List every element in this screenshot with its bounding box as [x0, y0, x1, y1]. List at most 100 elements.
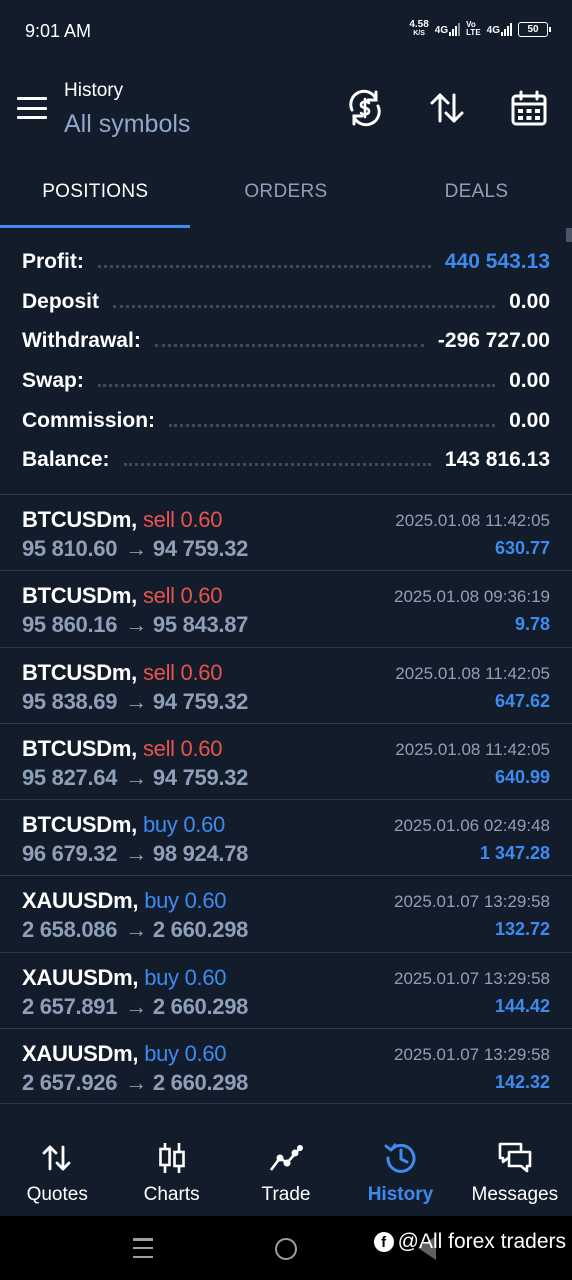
nav-label: Quotes [26, 1184, 88, 1205]
arrow-icon: → [125, 917, 147, 943]
tab-positions[interactable]: POSITIONS [0, 162, 191, 228]
close-price: 2 660.298 [152, 1070, 249, 1096]
summary-value: 0.00 [509, 289, 550, 313]
signal-1: 4G [434, 22, 461, 36]
calendar-icon[interactable] [509, 88, 549, 128]
tab-orders[interactable]: ORDERS [191, 162, 382, 228]
list-item[interactable]: BTCUSDm, sell 0.60 95 810.60 → 94 759.32 20… [0, 494, 572, 570]
bottom-nav: Quotes Charts Trade History Messages [0, 1124, 572, 1216]
summary-label: Profit: [22, 249, 84, 273]
arrow-icon: → [125, 993, 147, 1019]
nav-label: History [367, 1184, 434, 1205]
timestamp: 2025.01.08 11:42:05 [395, 739, 550, 759]
summary-value: 0.00 [509, 408, 550, 432]
signal-bars-icon [449, 22, 461, 36]
dotted-leader [97, 264, 431, 268]
list-item[interactable]: XAUUSDm, buy 0.60 2 657.926 → 2 660.298 202… [0, 1028, 572, 1105]
summary-row-commission: Commission: 0.00 [0, 401, 572, 441]
positions-list: BTCUSDm, sell 0.60 95 810.60 → 94 759.32 20… [0, 494, 572, 1105]
nav-charts[interactable]: Charts [114, 1124, 228, 1216]
timestamp: 2025.01.07 13:29:58 [394, 1045, 550, 1065]
open-price: 2 657.891 [22, 993, 118, 1019]
prices: 2 657.891 → 2 660.298 [22, 994, 248, 1020]
nav-history[interactable]: History [343, 1124, 457, 1216]
open-price: 2 658.086 [22, 917, 118, 943]
account-summary: Profit: 440 543.13 Deposit 0.00 Withdraw… [0, 242, 572, 480]
network-type-2: 4G [486, 25, 500, 36]
nav-quotes[interactable]: Quotes [0, 1124, 114, 1216]
watermark-text: @All forex traders [397, 1230, 566, 1253]
messages-icon [498, 1142, 532, 1173]
list-item[interactable]: BTCUSDm, sell 0.60 95 827.64 → 94 759.32 20… [0, 722, 572, 799]
sort-icon[interactable] [427, 88, 467, 128]
timestamp: 2025.01.08 09:36:19 [394, 587, 550, 607]
open-price: 95 827.64 [22, 764, 118, 790]
dotted-leader [154, 343, 424, 348]
nav-trade[interactable]: Trade [229, 1124, 343, 1216]
arrow-icon: → [125, 1070, 147, 1096]
profit-value: 647.62 [494, 690, 550, 711]
symbol: BTCUSDm, sell 0.60 [22, 659, 223, 685]
trade-side: buy 0.60 [144, 888, 227, 914]
summary-label: Swap: [22, 368, 84, 392]
home-icon[interactable] [275, 1238, 297, 1260]
symbol: BTCUSDm, sell 0.60 [22, 507, 223, 532]
history-tabs: POSITIONS ORDERS DEALS [0, 162, 572, 228]
symbol: XAUUSDm, buy 0.60 [22, 888, 227, 914]
summary-label: Balance: [22, 448, 110, 472]
nav-messages[interactable]: Messages [458, 1124, 572, 1216]
watermark: f @All forex traders [373, 1230, 566, 1254]
trade-side: sell 0.60 [142, 583, 223, 609]
symbol: BTCUSDm, buy 0.60 [22, 812, 225, 838]
symbol: XAUUSDm, buy 0.60 [22, 1041, 227, 1067]
summary-row-deposit: Deposit 0.00 [0, 282, 572, 322]
list-item[interactable]: BTCUSDm, buy 0.60 96 679.32 → 98 924.78 202… [0, 799, 572, 875]
recent-apps-icon[interactable] [133, 1238, 153, 1258]
profit-value: 132.72 [494, 919, 550, 940]
list-item[interactable]: XAUUSDm, buy 0.60 2 657.891 → 2 660.298 202… [0, 951, 572, 1028]
tab-deals[interactable]: DEALS [381, 162, 572, 228]
summary-row-profit: Profit: 440 543.13 [0, 242, 572, 282]
open-price: 2 657.926 [22, 1070, 118, 1096]
battery-level: 50 [527, 23, 539, 35]
prices: 95 860.16 → 95 843.87 [22, 612, 248, 638]
arrow-icon: → [125, 764, 147, 790]
symbol: XAUUSDm, buy 0.60 [22, 964, 227, 990]
dotted-leader [123, 462, 431, 467]
network-speed-value: 4.58 [409, 19, 429, 30]
close-price: 94 759.32 [152, 764, 249, 790]
list-item[interactable]: XAUUSDm, buy 0.60 2 658.086 → 2 660.298 202… [0, 875, 572, 951]
hamburger-menu-icon[interactable] [17, 97, 47, 119]
status-bar: 9:01 AM 4.58 K/S 4G Vo LTE 4G 50 [0, 0, 572, 62]
page-title: History [64, 80, 124, 101]
candlestick-chart-icon [158, 1143, 185, 1173]
battery-icon: 50 [518, 21, 551, 37]
timestamp: 2025.01.08 11:42:05 [395, 663, 550, 683]
prices: 95 838.69 → 94 759.32 [22, 689, 248, 715]
profit-value: 640.99 [494, 766, 550, 787]
summary-value: 440 543.13 [444, 249, 550, 273]
symbol-filter[interactable]: All symbols [64, 110, 190, 139]
close-price: 95 843.87 [152, 612, 249, 638]
signal-bars-icon [501, 22, 512, 36]
list-item[interactable]: BTCUSDm, sell 0.60 95 860.16 → 95 843.87 20… [0, 570, 572, 646]
network-speed: 4.58 K/S [409, 20, 428, 38]
dotted-leader [169, 423, 496, 427]
close-price: 98 924.78 [152, 841, 249, 867]
list-item[interactable]: BTCUSDm, sell 0.60 95 838.69 → 94 759.32 20… [0, 646, 572, 723]
trade-line-icon [269, 1145, 304, 1171]
volte-indicator: Vo LTE [466, 21, 481, 37]
trade-side: buy 0.60 [144, 964, 227, 990]
facebook-icon: f [373, 1232, 394, 1252]
scrollbar[interactable] [566, 228, 572, 242]
volte-bottom: LTE [466, 28, 481, 37]
network-type-1: 4G [434, 25, 449, 36]
summary-row-withdrawal: Withdrawal: -296 727.00 [0, 321, 572, 361]
system-nav-bar: f @All forex traders [0, 1216, 572, 1280]
prices: 95 827.64 → 94 759.32 [22, 765, 248, 791]
summary-label: Deposit [22, 289, 100, 313]
status-indicators: 4.58 K/S 4G Vo LTE 4G 50 [409, 20, 551, 38]
currency-refresh-icon[interactable] [345, 88, 385, 128]
close-price: 94 759.32 [152, 536, 249, 561]
symbol: BTCUSDm, sell 0.60 [22, 735, 223, 761]
